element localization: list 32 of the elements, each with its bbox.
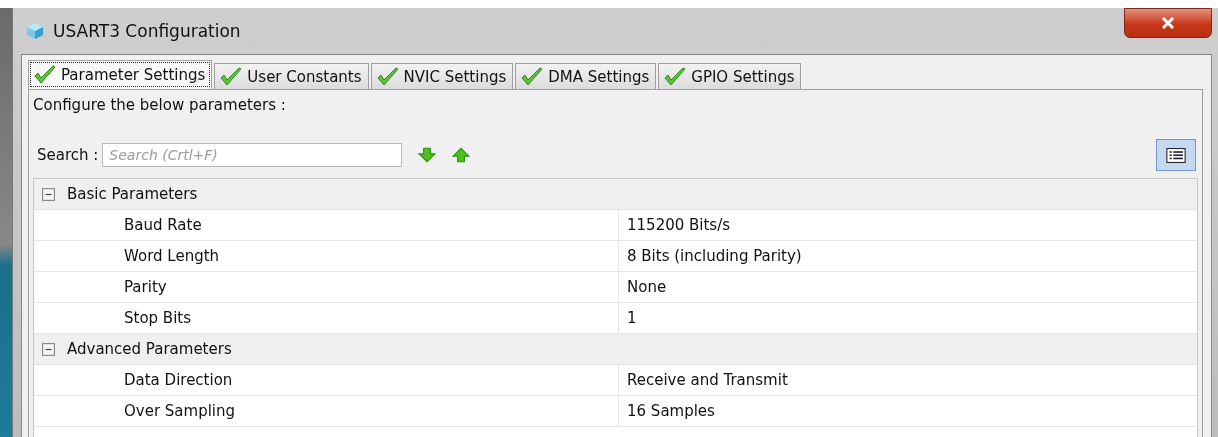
window-title: USART3 Configuration [53, 21, 241, 41]
tab[interactable]: DMA Settings [515, 63, 657, 89]
table-cell-text: Receive and Transmit [626, 370, 789, 391]
cube-icon [25, 21, 45, 41]
tab[interactable]: Parameter Settings [28, 60, 213, 89]
table-cell: Data Direction [34, 365, 619, 395]
tab[interactable]: GPIO Settings [658, 63, 802, 89]
list-view-button[interactable] [1156, 139, 1196, 171]
search-field[interactable]: Search (Crtl+F) [102, 143, 403, 167]
table-cell: Stop Bits [34, 303, 619, 333]
table-cell: Word Length [34, 241, 619, 271]
table-cell: Parity [34, 272, 619, 302]
search-label: Search : [37, 146, 99, 164]
table-cell-text: None [626, 277, 668, 298]
tab[interactable]: NVIC Settings [370, 63, 514, 89]
table-cell-text: 8 Bits (including Parity) [626, 246, 803, 267]
list-icon [1166, 147, 1186, 163]
close-button[interactable] [1124, 8, 1212, 38]
group-header: Basic Parameters [67, 185, 198, 203]
table-cell-text: 1 [626, 308, 638, 329]
table-cell-text: 115200 Bits/s [626, 215, 732, 236]
collapse-icon[interactable] [42, 187, 55, 201]
down-arrow-icon[interactable] [418, 147, 437, 163]
table-cell: Over Sampling [34, 396, 619, 426]
close-icon [1160, 17, 1176, 29]
collapse-icon[interactable] [42, 342, 55, 356]
table-cell-text: 16 Samples [626, 401, 716, 422]
tab[interactable]: User Constants [214, 63, 369, 89]
instruction-text: Configure the below parameters : [33, 96, 287, 116]
up-arrow-icon[interactable] [452, 147, 471, 163]
table-cell: Baud Rate [34, 210, 619, 240]
group-header: Advanced Parameters [67, 340, 232, 358]
